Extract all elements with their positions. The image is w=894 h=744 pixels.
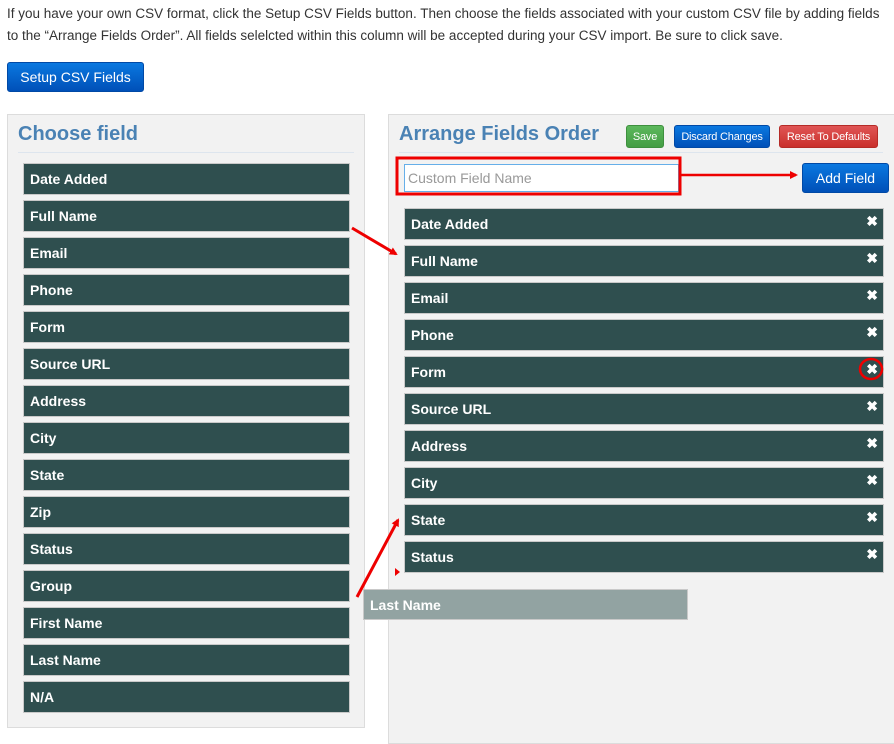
- choose-field-item[interactable]: Form: [23, 311, 350, 343]
- field-label: Address: [411, 438, 468, 454]
- field-label: State: [411, 512, 446, 528]
- remove-icon[interactable]: ✖: [866, 209, 878, 233]
- arrange-field-item[interactable]: Email ✖: [404, 282, 884, 314]
- reset-to-defaults-button[interactable]: Reset To Defaults: [779, 125, 878, 148]
- field-label: Form: [411, 364, 446, 380]
- choose-field-panel: Choose field Date Added Full Name Email …: [7, 114, 365, 728]
- arrange-field-item[interactable]: Address ✖: [404, 430, 884, 462]
- choose-field-item[interactable]: Email: [23, 237, 350, 269]
- remove-icon[interactable]: ✖: [866, 394, 878, 418]
- arrange-field-item[interactable]: Form ✖: [404, 356, 884, 388]
- drop-position-marker-icon: [395, 568, 400, 576]
- arrange-field-item[interactable]: Source URL ✖: [404, 393, 884, 425]
- arrange-field-item[interactable]: State ✖: [404, 504, 884, 536]
- choose-field-item[interactable]: Last Name: [23, 644, 350, 676]
- remove-icon[interactable]: ✖: [866, 357, 878, 381]
- title-divider: [18, 152, 354, 153]
- choose-field-item[interactable]: Status: [23, 533, 350, 565]
- field-label: Email: [411, 290, 449, 306]
- arrange-fields-title: Arrange Fields Order: [399, 123, 600, 145]
- remove-icon[interactable]: ✖: [866, 505, 878, 529]
- choose-field-item[interactable]: Full Name: [23, 200, 350, 232]
- choose-field-item[interactable]: Zip: [23, 496, 350, 528]
- remove-icon[interactable]: ✖: [866, 468, 878, 492]
- arrange-field-item[interactable]: Full Name ✖: [404, 245, 884, 277]
- remove-icon[interactable]: ✖: [866, 320, 878, 344]
- save-button[interactable]: Save: [626, 125, 664, 148]
- field-label: Phone: [411, 327, 454, 343]
- choose-field-item[interactable]: N/A: [23, 681, 350, 713]
- arrange-field-item[interactable]: City ✖: [404, 467, 884, 499]
- remove-icon[interactable]: ✖: [866, 431, 878, 455]
- custom-field-name-input[interactable]: [404, 164, 679, 192]
- remove-icon[interactable]: ✖: [866, 283, 878, 307]
- choose-field-item[interactable]: State: [23, 459, 350, 491]
- field-label: City: [411, 475, 438, 491]
- title-divider: [399, 152, 883, 153]
- discard-changes-button[interactable]: Discard Changes: [674, 125, 770, 148]
- arrange-field-item[interactable]: Status ✖: [404, 541, 884, 573]
- choose-field-title: Choose field: [18, 123, 139, 145]
- choose-field-item[interactable]: Address: [23, 385, 350, 417]
- field-label: Source URL: [411, 401, 492, 417]
- arrange-field-list: Date Added ✖ Full Name ✖ Email ✖ Phone ✖ For…: [404, 208, 884, 578]
- add-field-button[interactable]: Add Field: [802, 163, 889, 193]
- choose-field-item[interactable]: Source URL: [23, 348, 350, 380]
- remove-icon[interactable]: ✖: [866, 542, 878, 566]
- field-label: Date Added: [411, 216, 489, 232]
- choose-field-list: Date Added Full Name Email Phone Form So…: [23, 163, 350, 718]
- field-label: Status: [411, 549, 454, 565]
- arrange-field-item[interactable]: Date Added ✖: [404, 208, 884, 240]
- intro-text: If you have your own CSV format, click t…: [7, 6, 880, 43]
- arrange-fields-panel: Arrange Fields Order Save Discard Change…: [388, 114, 894, 744]
- choose-field-item[interactable]: Phone: [23, 274, 350, 306]
- choose-field-item[interactable]: Date Added: [23, 163, 350, 195]
- remove-icon[interactable]: ✖: [866, 246, 878, 270]
- setup-csv-fields-button[interactable]: Setup CSV Fields: [7, 62, 144, 92]
- choose-field-item[interactable]: City: [23, 422, 350, 454]
- field-label: Full Name: [411, 253, 478, 269]
- choose-field-item[interactable]: First Name: [23, 607, 350, 639]
- arrange-field-item[interactable]: Phone ✖: [404, 319, 884, 351]
- dragging-field-item[interactable]: Last Name: [363, 589, 688, 620]
- choose-field-item[interactable]: Group: [23, 570, 350, 602]
